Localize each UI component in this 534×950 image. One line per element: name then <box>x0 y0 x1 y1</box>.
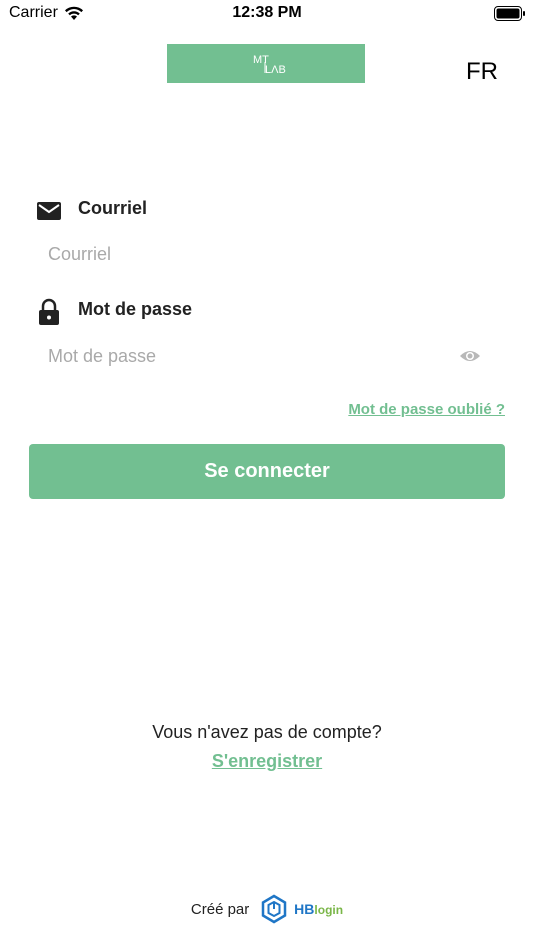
email-label: Courriel <box>78 198 148 218</box>
hexagon-icon <box>261 894 286 924</box>
brand-login: login <box>314 903 344 917</box>
login-button[interactable]: Se connecter <box>29 444 505 499</box>
register-link[interactable]: S'enregistrer <box>0 751 534 772</box>
status-bar: Carrier 12:38 PM <box>0 0 534 28</box>
logo-text-bottom: LΛB <box>265 64 286 76</box>
no-account-text: Vous n'avez pas de compte? <box>152 722 382 742</box>
language-button[interactable]: FR <box>460 58 504 86</box>
lock-icon <box>36 298 62 326</box>
eye-icon[interactable] <box>459 347 481 365</box>
app-logo: MT LΛB <box>167 44 365 83</box>
brand-hb: HB <box>294 901 315 917</box>
forgot-password-link[interactable]: Mot de passe oublié ? <box>348 401 505 418</box>
envelope-icon <box>36 197 62 225</box>
status-time: 12:38 PM <box>232 4 302 21</box>
email-input[interactable] <box>36 236 496 272</box>
password-input[interactable] <box>36 338 456 374</box>
created-by-label: Créé par <box>190 900 250 918</box>
hblogin-logo[interactable]: HBlogin <box>260 894 343 924</box>
password-label: Mot de passe <box>78 299 193 319</box>
footer: Créé par HBlogin <box>0 894 534 924</box>
battery-icon <box>494 6 526 21</box>
